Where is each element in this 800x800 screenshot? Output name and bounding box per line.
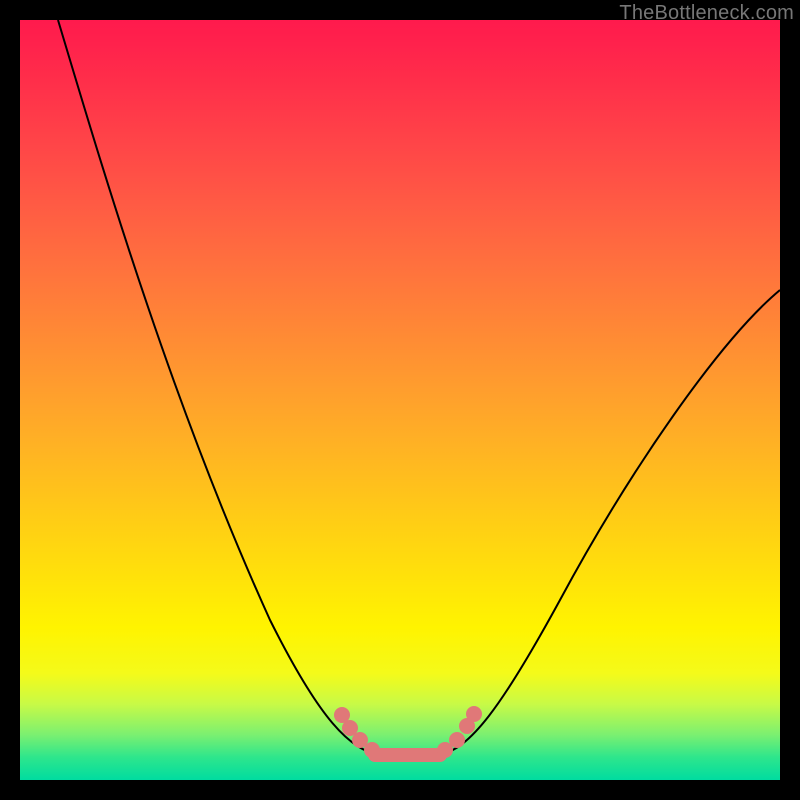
marker-dot [364, 742, 380, 758]
watermark-text: TheBottleneck.com [619, 2, 794, 25]
marker-dot [466, 706, 482, 722]
chart-svg [20, 20, 780, 780]
chart-frame: TheBottleneck.com [0, 0, 800, 800]
chart-plot-area [20, 20, 780, 780]
bottleneck-curve [58, 20, 780, 757]
marker-dot [449, 732, 465, 748]
